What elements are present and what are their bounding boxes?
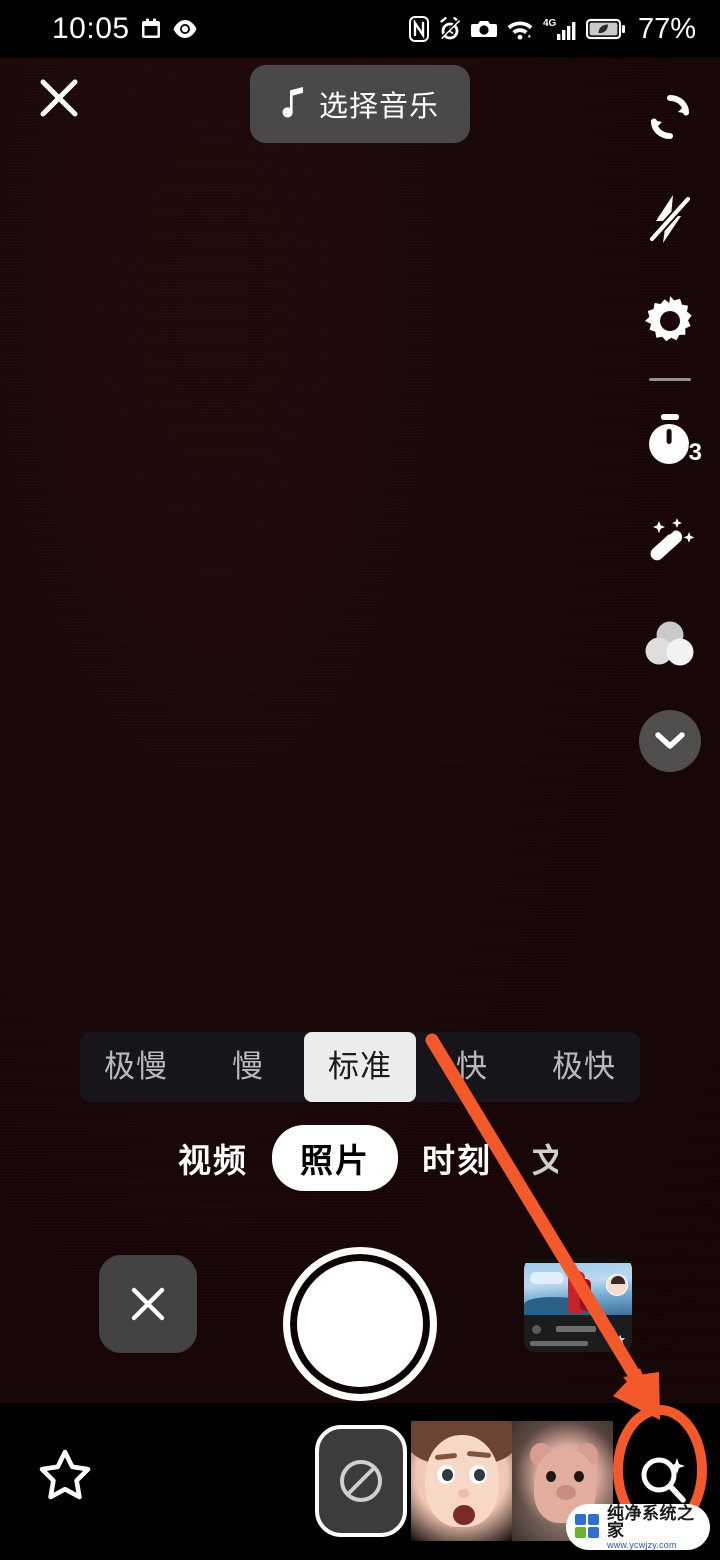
- speed-option-2[interactable]: 标准: [304, 1032, 416, 1102]
- effect-none-chip[interactable]: [314, 1425, 407, 1537]
- chevron-down-icon: [655, 732, 685, 749]
- eye-icon: [172, 19, 198, 39]
- camera-flip-icon: [651, 95, 689, 139]
- close-icon: [40, 79, 78, 117]
- thumbnail-avatar: [606, 1274, 628, 1296]
- beauty-wand-icon: [650, 518, 695, 561]
- flash-off-icon: [648, 195, 692, 243]
- camera-settings-button[interactable]: [620, 270, 720, 372]
- rail-divider: [649, 378, 691, 381]
- timer-badge: 3: [688, 439, 702, 466]
- nfc-icon: [408, 16, 429, 42]
- shutter-button[interactable]: [283, 1247, 437, 1401]
- watermark-url: www.ycwjzy.com: [607, 1539, 677, 1550]
- camera-tools-rail: 3: [620, 66, 720, 787]
- watermark-logo-icon: [575, 1514, 601, 1540]
- speed-selector[interactable]: 极慢 慢 标准 快 极快: [80, 1032, 640, 1102]
- status-bar: 10:05 4G 77%: [0, 0, 720, 58]
- select-music-label: 选择音乐: [318, 91, 439, 123]
- no-effect-icon: [339, 1460, 382, 1502]
- close-icon: [131, 1287, 165, 1321]
- tab-video[interactable]: 视频: [162, 1126, 264, 1190]
- timer-button[interactable]: 3: [620, 389, 720, 491]
- calendar-icon: [139, 17, 163, 41]
- speed-option-0[interactable]: 极慢: [80, 1032, 192, 1102]
- collapse-rail-button[interactable]: [639, 710, 701, 772]
- thumbnail-cloud: [530, 1272, 564, 1284]
- watermark-text: 纯净系统之家 www.ycwjzy.com: [607, 1505, 710, 1550]
- speed-option-4[interactable]: 极快: [528, 1032, 640, 1102]
- camera-icon: [470, 19, 497, 39]
- music-note-icon: [281, 86, 307, 123]
- effect-item-none[interactable]: [310, 1421, 411, 1541]
- search-sparkle-icon: [641, 1457, 686, 1503]
- status-bar-left: 10:05: [52, 12, 198, 46]
- favorite-effects-button[interactable]: [36, 1446, 94, 1504]
- flash-toggle-button[interactable]: [620, 168, 720, 270]
- settings-gear-icon: [645, 296, 692, 342]
- filters-button[interactable]: [620, 593, 720, 695]
- collapse-rail-wrapper: [620, 695, 720, 787]
- status-bar-clock: 10:05: [52, 12, 130, 45]
- battery-percent-label: 77%: [637, 12, 696, 45]
- svg-text:4G: 4G: [543, 18, 557, 29]
- cancel-button[interactable]: [99, 1255, 197, 1353]
- watermark: 纯净系统之家 www.ycwjzy.com: [566, 1504, 710, 1550]
- signal-4g-icon: 4G: [543, 16, 577, 42]
- close-camera-button[interactable]: [33, 72, 85, 124]
- thumbnail-dot: [532, 1325, 541, 1334]
- alarm-icon: [438, 16, 462, 42]
- tab-moment[interactable]: 时刻: [406, 1126, 508, 1190]
- thumbnail-figure-shadow: [580, 1279, 591, 1311]
- tab-text[interactable]: 文: [516, 1126, 558, 1190]
- speed-option-3[interactable]: 快: [416, 1032, 528, 1102]
- capture-controls-row: ★: [0, 1247, 720, 1401]
- watermark-title: 纯净系统之家: [607, 1503, 695, 1540]
- beauty-button[interactable]: [620, 491, 720, 593]
- thumbnail-textline: [556, 1326, 596, 1332]
- camera-app-screen: 10:05 4G 77% 选择音乐 3 极慢 慢 标准 快 极快 视频 照片 时…: [0, 0, 720, 1560]
- effect-item-girl[interactable]: [411, 1421, 512, 1541]
- gallery-thumbnail[interactable]: ★: [524, 1258, 632, 1352]
- camera-flip-button[interactable]: [620, 66, 720, 168]
- tab-photo[interactable]: 照片: [272, 1125, 398, 1191]
- effect-girl-avatar-thumbnail[interactable]: [411, 1421, 512, 1541]
- thumbnail-textline: [530, 1341, 588, 1346]
- wifi-icon: [506, 17, 534, 41]
- status-bar-right: 4G 77%: [408, 12, 696, 46]
- thumbnail-photo: [524, 1263, 632, 1315]
- star-outline-icon: [39, 1449, 91, 1500]
- speed-option-1[interactable]: 慢: [192, 1032, 304, 1102]
- thumbnail-star-icon: ★: [614, 1332, 626, 1347]
- filters-icon: [645, 621, 694, 666]
- thumbnail-infobar: ★: [524, 1315, 632, 1352]
- select-music-button[interactable]: 选择音乐: [250, 65, 470, 143]
- capture-mode-tabs[interactable]: 视频 照片 时刻 文: [0, 1125, 720, 1191]
- battery-saver-icon: [585, 18, 626, 40]
- camera-viewfinder[interactable]: [0, 58, 720, 1403]
